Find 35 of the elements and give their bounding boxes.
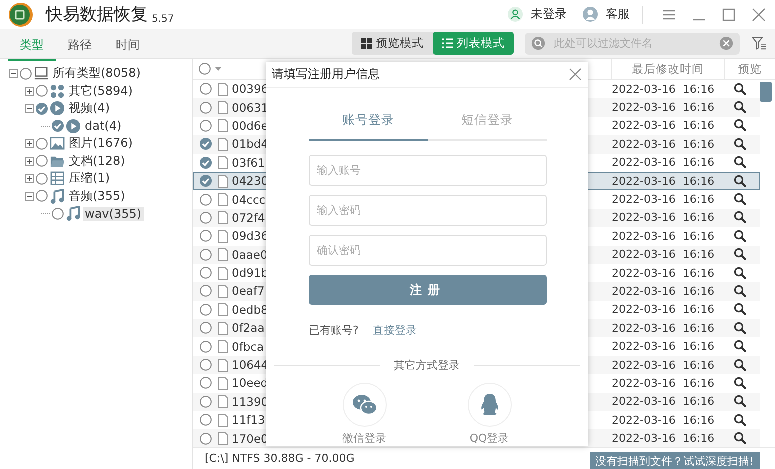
date-cell-text: 2022-03-16 16:16 xyxy=(612,136,716,152)
date-cell-text: 2022-03-16 16:16 xyxy=(612,155,716,170)
file-name: 03f61 xyxy=(232,156,266,170)
date-cell-text: 2022-03-16 16:16 xyxy=(612,412,716,428)
file-name: 0fbca xyxy=(232,340,266,354)
date-cell-text: 2022-03-16 16:16 xyxy=(612,266,716,281)
date-cell-text: 2022-03-16 16:16 xyxy=(612,82,716,97)
date-cell-text: 2022-03-16 16:16 xyxy=(612,247,716,262)
app-title: 快易数据恢复 xyxy=(46,4,148,26)
date-cell-text: 2022-03-16 16:16 xyxy=(612,394,716,410)
date-cell-text: 2022-03-16 16:16 xyxy=(612,210,716,226)
version-label: 5.57 xyxy=(152,14,174,25)
file-name: 00631 xyxy=(232,100,266,115)
date-cell-text: 2022-03-16 16:16 xyxy=(612,228,716,244)
section-label: 其它方式登录 xyxy=(394,358,460,373)
date-cell-text: 2022-03-16 16:16 xyxy=(612,192,716,208)
file-name: 0eaf7 xyxy=(232,284,266,298)
date-cell-text: 2022-03-16 16:16 xyxy=(612,376,716,391)
date-cell-text: 2022-03-16 16:16 xyxy=(612,320,716,336)
file-name: 072f4 xyxy=(232,210,266,225)
file-name: 11f13 xyxy=(232,413,266,428)
date-cell-text: 2022-03-16 16:16 xyxy=(612,284,716,299)
disk-info: [C:\] NTFS 30.88G - 70.00G xyxy=(205,452,355,465)
date-cell-text: 2022-03-16 16:16 xyxy=(612,358,716,373)
date-cell-text: 2022-03-16 16:16 xyxy=(612,339,716,354)
date-cell-text: 2022-03-16 16:16 xyxy=(612,174,716,189)
dialog-title: 请填写注册用户信息 xyxy=(272,66,380,84)
file-name: 0f2aa xyxy=(232,321,266,336)
date-cell-text: 2022-03-16 16:16 xyxy=(612,431,716,446)
date-cell-text: 2022-03-16 16:16 xyxy=(612,302,716,318)
account-prompt: 已有账号? xyxy=(309,323,359,338)
file-name: 04ccc xyxy=(232,192,266,207)
file-name: 00d6e xyxy=(232,118,266,133)
date-cell-text: 2022-03-16 16:16 xyxy=(612,118,716,134)
date-cell-text: 2022-03-16 16:16 xyxy=(612,100,716,116)
